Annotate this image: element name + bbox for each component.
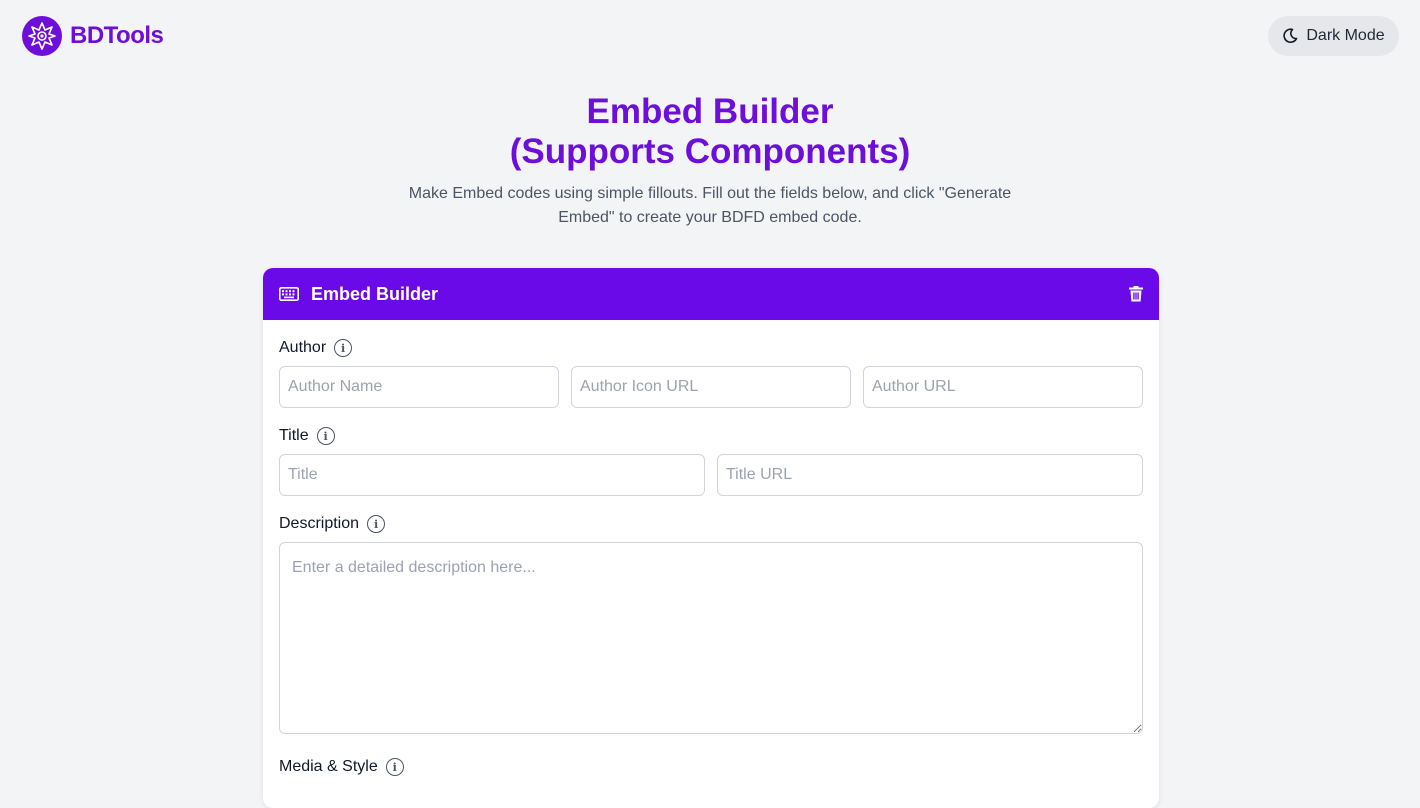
hero: Embed Builder (Supports Components) Make… — [0, 92, 1420, 230]
card-title: Embed Builder — [311, 283, 439, 304]
dark-mode-button[interactable]: Dark Mode — [1268, 16, 1399, 56]
card-body: Author i Title i Description i — [263, 320, 1159, 779]
page-title: Embed Builder (Supports Components) — [0, 92, 1420, 172]
moon-icon — [1283, 28, 1298, 43]
info-icon[interactable]: i — [316, 427, 335, 445]
title-label: Title — [279, 427, 309, 444]
info-icon[interactable]: i — [367, 515, 386, 533]
title-input[interactable] — [279, 454, 705, 496]
author-icon-url-input[interactable] — [571, 366, 851, 408]
info-icon[interactable]: i — [385, 758, 404, 776]
top-bar: BDTools Dark Mode — [0, 0, 1420, 72]
author-name-input[interactable] — [279, 366, 559, 408]
info-icon[interactable]: i — [334, 339, 353, 357]
logo-icon — [22, 16, 62, 56]
media-style-label: Media & Style — [279, 758, 378, 775]
page-title-line1: Embed Builder — [586, 92, 834, 131]
description-section: Description i — [279, 512, 1143, 739]
brand[interactable]: BDTools — [22, 16, 164, 56]
page-title-line2: (Supports Components) — [509, 132, 911, 171]
trash-icon — [1129, 286, 1143, 302]
brand-name: BDTools — [70, 22, 164, 49]
description-textarea[interactable] — [279, 542, 1143, 734]
embed-builder-card: Embed Builder Author i Author Name Autho… — [263, 268, 1159, 808]
card-header: Embed Builder — [263, 268, 1159, 320]
media-style-section: Media & Style i — [279, 755, 1143, 779]
page-subtitle: Make Embed codes using simple fillouts. … — [408, 185, 1012, 226]
dark-mode-label: Dark Mode — [1306, 27, 1385, 44]
author-url-input[interactable] — [863, 366, 1143, 408]
keyboard-icon — [279, 287, 299, 301]
title-url-input[interactable] — [717, 454, 1143, 496]
delete-button[interactable] — [1129, 286, 1143, 302]
title-section: Title i — [279, 424, 1143, 496]
author-label: Author — [279, 339, 327, 356]
author-section: Author i — [279, 336, 1143, 408]
description-label: Description — [279, 515, 360, 532]
